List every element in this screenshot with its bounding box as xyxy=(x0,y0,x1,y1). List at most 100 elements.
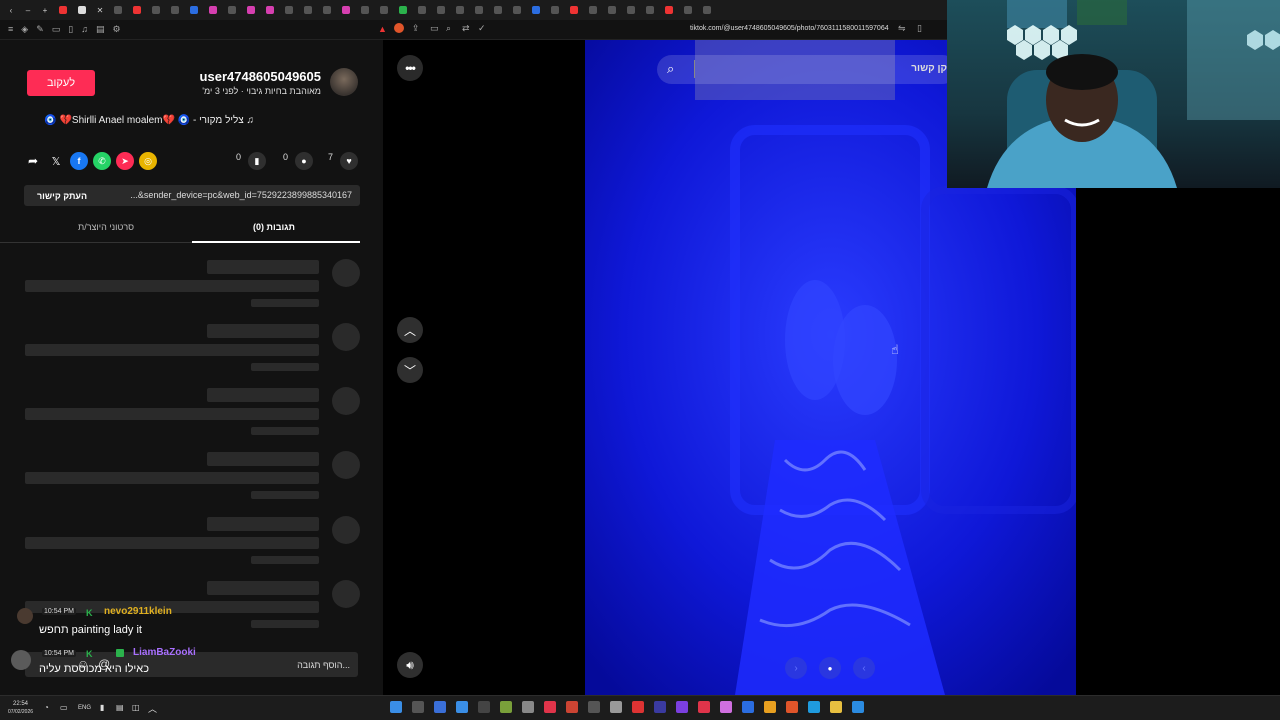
tab-icon[interactable] xyxy=(532,6,540,14)
tab-icon[interactable] xyxy=(342,6,350,14)
tab-icon[interactable] xyxy=(361,6,369,14)
tab-icon[interactable] xyxy=(266,6,274,14)
settings-icon[interactable]: ⚙ xyxy=(112,24,120,35)
comment-icon[interactable]: ● xyxy=(295,152,313,170)
taskbar-app-icon[interactable] xyxy=(544,701,556,713)
clock[interactable]: 22:54 07/02/2026 xyxy=(8,700,33,716)
check-icon[interactable]: ✓ xyxy=(478,23,486,34)
bookmark-icon[interactable]: ▮ xyxy=(248,152,266,170)
whatsapp-icon[interactable]: ✆ xyxy=(93,152,111,170)
drive-icon[interactable]: ▤ xyxy=(116,703,124,712)
tab-icon[interactable] xyxy=(513,6,521,14)
tab-icon[interactable] xyxy=(475,6,483,14)
volume-icon[interactable]: 🔊︎ xyxy=(397,652,423,678)
brave-icon[interactable] xyxy=(394,23,404,33)
tray-expand-icon[interactable]: ︿ xyxy=(148,702,157,715)
back-icon[interactable]: ‹ xyxy=(4,3,18,17)
taskbar-app-icon[interactable] xyxy=(720,701,732,713)
taskbar-app-icon[interactable] xyxy=(830,701,842,713)
embed-icon[interactable]: ◎ xyxy=(139,152,157,170)
comment-input[interactable]: הוסף תגובה... xyxy=(297,660,350,670)
tab-icon[interactable] xyxy=(190,6,198,14)
facebook-icon[interactable]: f xyxy=(70,152,88,170)
taskbar-app-icon[interactable] xyxy=(500,701,512,713)
tab-icon[interactable] xyxy=(380,6,388,14)
share-icon[interactable]: ⇪ xyxy=(412,23,420,34)
photo-next-arrow-icon[interactable]: › xyxy=(785,657,807,679)
photo-page-dot[interactable]: ● xyxy=(819,657,841,679)
sidebar-icon[interactable]: ▭ xyxy=(52,24,61,35)
tab-icon[interactable] xyxy=(437,6,445,14)
taskbar-app-icon[interactable] xyxy=(478,701,490,713)
microphone-icon[interactable]: ▮ xyxy=(100,703,104,712)
tab-icon[interactable] xyxy=(114,6,122,14)
search-icon[interactable]: ⌕ xyxy=(667,61,674,77)
taskbar-app-icon[interactable] xyxy=(390,701,402,713)
tab-creator-videos[interactable]: סרטוני היוצר/ת xyxy=(78,222,134,232)
tab-icon[interactable] xyxy=(304,6,312,14)
shuffle-icon[interactable]: ⇄ xyxy=(462,23,470,34)
tab-comments[interactable]: תגובות (0) xyxy=(253,222,295,232)
music-icon[interactable]: ♫ xyxy=(81,24,88,35)
close-tab-icon[interactable]: ✕ xyxy=(93,3,107,17)
tab-icon[interactable] xyxy=(133,6,141,14)
taskbar-app-icon[interactable] xyxy=(786,701,798,713)
tab-icon[interactable] xyxy=(703,6,711,14)
send-icon[interactable]: ➤ xyxy=(116,152,134,170)
tab-icon[interactable] xyxy=(247,6,255,14)
url-text[interactable]: tiktok.com/@user4748605049605/photo/7603… xyxy=(690,25,889,32)
search-input[interactable]: קן קשור xyxy=(911,63,947,74)
tab-icon[interactable] xyxy=(570,6,578,14)
warning-icon[interactable]: ▲ xyxy=(378,24,387,34)
search-bar[interactable]: ⌕ קן קשור xyxy=(657,55,957,84)
taskbar-app-icon[interactable] xyxy=(654,701,666,713)
screen-icon[interactable]: ▭ xyxy=(430,23,439,34)
notification-icon[interactable]: ◔ xyxy=(44,703,49,712)
more-options-icon[interactable]: ••• xyxy=(397,55,423,81)
heart-icon[interactable]: ♥ xyxy=(340,152,358,170)
tab-icon[interactable] xyxy=(171,6,179,14)
tab-icon[interactable] xyxy=(59,6,67,14)
shield-icon[interactable]: ◈ xyxy=(21,24,28,35)
copy-link-button[interactable]: העתק קישור xyxy=(37,191,87,201)
username[interactable]: user4748605049605 xyxy=(200,69,321,84)
taskbar-app-icon[interactable] xyxy=(412,701,424,713)
new-tab-icon[interactable]: + xyxy=(38,3,52,17)
minimize-icon[interactable]: – xyxy=(21,3,35,17)
tab-icon[interactable] xyxy=(456,6,464,14)
tab-icon[interactable] xyxy=(665,6,673,14)
panel-icon[interactable]: ▯ xyxy=(68,24,73,35)
tabs-icon[interactable]: ▤ xyxy=(96,24,105,35)
taskbar-app-icon[interactable] xyxy=(434,701,446,713)
taskbar-app-icon[interactable] xyxy=(698,701,710,713)
taskbar-app-icon[interactable] xyxy=(676,701,688,713)
tab-icon[interactable] xyxy=(551,6,559,14)
bookmark-icon[interactable]: ▯ xyxy=(917,23,922,34)
x-icon[interactable]: 𝕏 xyxy=(47,152,65,170)
search-icon[interactable]: ⌕ xyxy=(446,23,451,34)
taskbar-app-icon[interactable] xyxy=(566,701,578,713)
taskbar-app-icon[interactable] xyxy=(522,701,534,713)
avatar[interactable] xyxy=(330,68,358,96)
tab-icon[interactable] xyxy=(608,6,616,14)
tab-icon[interactable] xyxy=(78,6,86,14)
taskbar-app-icon[interactable] xyxy=(632,701,644,713)
menu-icon[interactable]: ≡ xyxy=(8,24,13,35)
taskbar-app-icon[interactable] xyxy=(742,701,754,713)
taskbar-app-icon[interactable] xyxy=(808,701,820,713)
translate-icon[interactable]: ⇋ xyxy=(898,23,906,34)
taskbar-app-icon[interactable] xyxy=(456,701,468,713)
tab-icon[interactable] xyxy=(152,6,160,14)
tab-icon[interactable] xyxy=(646,6,654,14)
tab-icon[interactable] xyxy=(323,6,331,14)
share-arrow-icon[interactable]: ➦ xyxy=(24,152,42,170)
tab-icon[interactable] xyxy=(627,6,635,14)
taskbar-app-icon[interactable] xyxy=(852,701,864,713)
tab-icon[interactable] xyxy=(228,6,236,14)
tab-icon[interactable] xyxy=(209,6,217,14)
tab-icon[interactable] xyxy=(285,6,293,14)
taskbar-app-icon[interactable] xyxy=(588,701,600,713)
taskbar-app-icon[interactable] xyxy=(764,701,776,713)
extensions-icon[interactable]: ✎ xyxy=(36,24,44,35)
follow-button[interactable]: לעקוב xyxy=(27,70,95,96)
